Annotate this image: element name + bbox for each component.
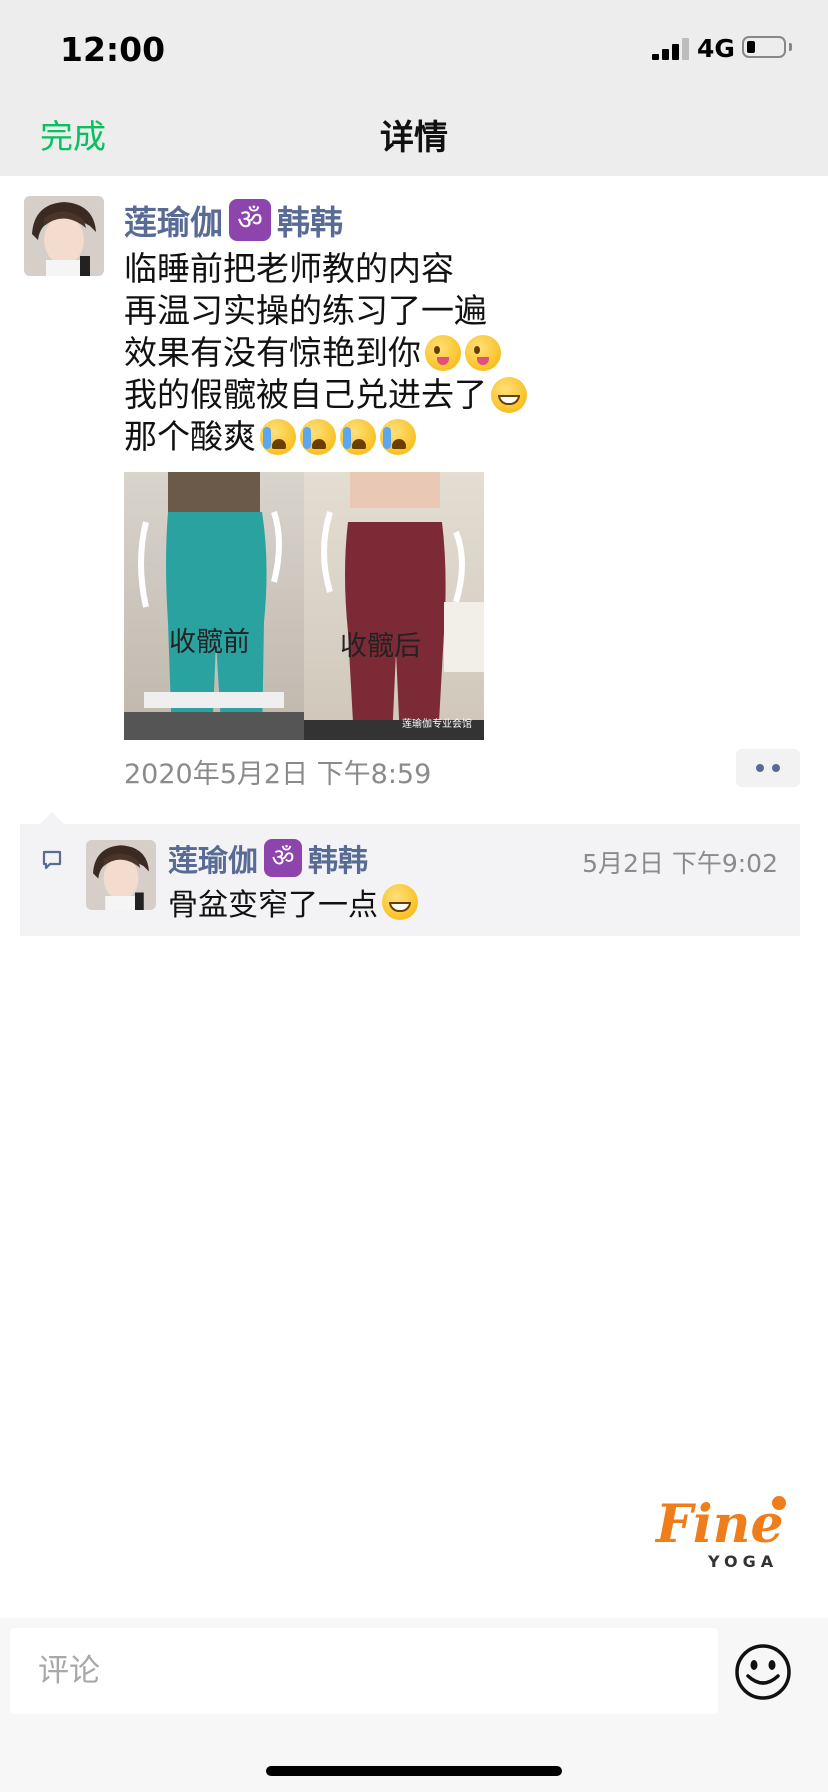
- network-type: 4G: [697, 34, 735, 63]
- brand-logo: Fine YOGA: [656, 1494, 796, 1574]
- avatar[interactable]: [86, 840, 156, 910]
- brand-dot: [772, 1496, 786, 1510]
- battery-cap: [789, 43, 792, 51]
- grin-emoji-icon: [382, 884, 418, 920]
- more-dots-icon[interactable]: [736, 749, 800, 787]
- post-line: 我的假髋被自己兑进去了: [124, 374, 527, 416]
- post-line: 临睡前把老师教的内容: [124, 249, 454, 288]
- laugh-cry-emoji-icon: [380, 419, 416, 455]
- signal-icon: [652, 38, 690, 60]
- om-icon: ॐ: [229, 199, 271, 241]
- post-body: 临睡前把老师教的内容 再温习实操的练习了一遍 效果有没有惊艳到你 我的假髋被自己…: [124, 248, 527, 458]
- laugh-cry-emoji-icon: [260, 419, 296, 455]
- status-bar: 12:00 4G: [0, 0, 828, 100]
- photo-after: [304, 472, 484, 740]
- photo-caption-before: 收髋前: [169, 627, 250, 658]
- author-name-part2: 韩韩: [277, 203, 343, 242]
- laugh-cry-emoji-icon: [300, 419, 336, 455]
- page-title: 详情: [380, 118, 448, 158]
- nav-bar: 完成 详情: [0, 100, 828, 176]
- laugh-cry-emoji-icon: [340, 419, 376, 455]
- brand-script: Fine: [656, 1494, 784, 1555]
- post-line: 效果有没有惊艳到你: [124, 332, 527, 374]
- post-author-name[interactable]: 莲瑜伽 ॐ 韩韩: [124, 196, 343, 244]
- post-photo[interactable]: 收髋前 收髋后 莲瑜伽专业会馆: [124, 472, 484, 740]
- wink-tongue-emoji-icon: [465, 335, 501, 371]
- author-name-part1: 莲瑜伽: [124, 203, 223, 242]
- post-timestamp: 2020年5月2日 下午8:59: [124, 759, 432, 790]
- comment-timestamp: 5月2日 下午9:02: [582, 849, 778, 878]
- om-icon: ॐ: [264, 839, 302, 877]
- grin-emoji-icon: [491, 377, 527, 413]
- status-time: 12:00: [60, 30, 166, 69]
- comment-text[interactable]: 骨盆变窄了一点: [168, 880, 418, 924]
- comment-section: 莲瑜伽 ॐ 韩韩 5月2日 下午9:02 骨盆变窄了一点: [20, 824, 800, 936]
- comment-pointer: [40, 812, 64, 824]
- brand-sub: YOGA: [708, 1552, 779, 1571]
- comment-input-bar: [0, 1618, 828, 1792]
- comment-input[interactable]: [10, 1628, 718, 1714]
- comment-bubble-icon: [42, 850, 62, 870]
- home-indicator: [266, 1766, 562, 1776]
- post-line: 那个酸爽: [124, 416, 527, 458]
- emoji-smiley-icon[interactable]: [733, 1642, 793, 1702]
- photo-caption-after: 收髋后: [340, 631, 421, 662]
- photo-before: [124, 472, 304, 740]
- comment-author-name[interactable]: 莲瑜伽 ॐ 韩韩: [168, 836, 368, 880]
- post-line: 再温习实操的练习了一遍: [124, 291, 487, 330]
- wink-tongue-emoji-icon: [425, 335, 461, 371]
- battery-icon: [742, 36, 786, 58]
- photo-watermark: 莲瑜伽专业会馆: [402, 719, 472, 730]
- avatar[interactable]: [24, 196, 104, 276]
